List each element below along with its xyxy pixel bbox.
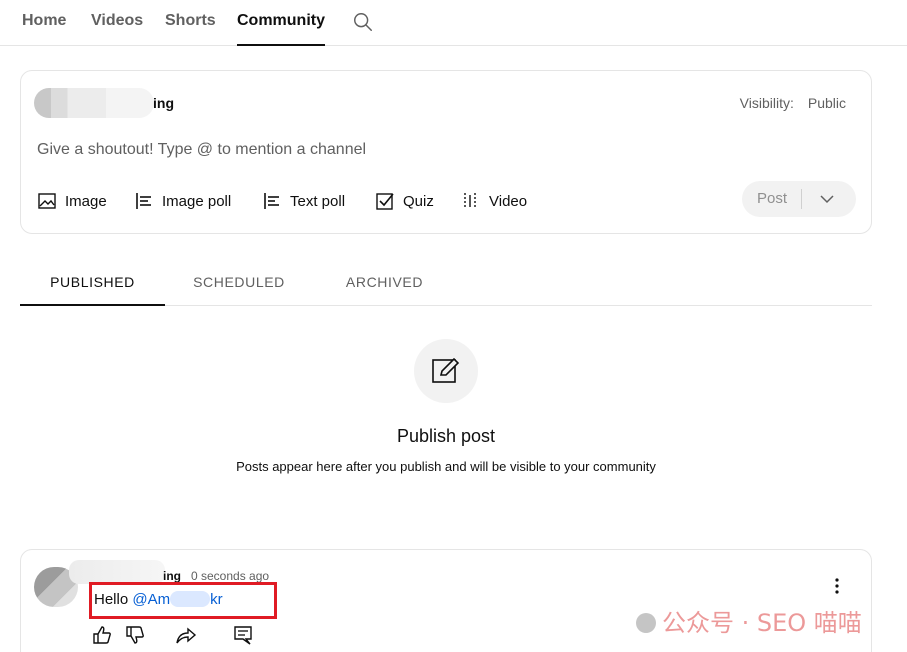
- video-button[interactable]: Video: [461, 189, 527, 213]
- search-icon[interactable]: [352, 11, 374, 33]
- empty-state-badge: [414, 339, 478, 403]
- share-icon[interactable]: [175, 624, 197, 646]
- visibility-label: Visibility:: [739, 95, 794, 111]
- tab-videos[interactable]: Videos: [91, 12, 143, 46]
- watermark: 公众号 · SEO 喵喵: [636, 603, 862, 638]
- channel-nav: Home Videos Shorts Community: [0, 0, 907, 46]
- channel-avatar: [34, 88, 154, 118]
- image-poll-icon: [136, 193, 151, 209]
- visibility-selector[interactable]: Visibility: Public: [740, 95, 846, 111]
- empty-state-title: Publish post: [396, 426, 496, 446]
- tab-home[interactable]: Home: [22, 12, 66, 46]
- post-timestamp: 0 seconds ago: [191, 569, 270, 583]
- channel-name: ing: [153, 95, 174, 111]
- quiz-button[interactable]: Quiz: [375, 189, 434, 213]
- highlight-annotation: [89, 582, 277, 619]
- image-poll-button[interactable]: Image poll: [134, 189, 231, 213]
- post-divider: [801, 189, 802, 209]
- image-button[interactable]: Image: [37, 189, 107, 213]
- more-vert-icon[interactable]: [831, 576, 843, 596]
- post-composer: ing Visibility: Public Give a shoutout! T…: [20, 70, 872, 234]
- watermark-text: 公众号 · SEO 喵喵: [662, 609, 862, 637]
- text-poll-button-label: Text poll: [290, 192, 346, 210]
- image-poll-button-label: Image poll: [162, 192, 232, 210]
- quiz-button-label: Quiz: [403, 192, 434, 210]
- video-icon: [464, 193, 476, 209]
- image-button-label: Image: [65, 192, 107, 210]
- wechat-icon: [636, 613, 656, 633]
- post-channel-name[interactable]: ing: [163, 569, 181, 583]
- text-poll-icon: [264, 193, 279, 209]
- tab-archived[interactable]: ARCHIVED: [313, 274, 456, 306]
- like-icon[interactable]: [91, 624, 113, 646]
- tab-shorts[interactable]: Shorts: [165, 12, 216, 46]
- image-icon: [38, 193, 56, 209]
- edit-icon: [432, 357, 460, 383]
- text-poll-button[interactable]: Text poll: [262, 189, 345, 213]
- tab-community[interactable]: Community: [237, 12, 325, 46]
- post-button[interactable]: Post: [742, 181, 802, 217]
- post-text-input[interactable]: Give a shoutout! Type @ to mention a cha…: [37, 141, 366, 159]
- post-button-group: Post: [742, 181, 856, 217]
- comment-icon[interactable]: [232, 624, 254, 646]
- video-button-label: Video: [489, 192, 528, 210]
- chevron-down-icon[interactable]: [812, 189, 842, 209]
- empty-state-description: Posts appear here after you publish and …: [236, 459, 656, 474]
- quiz-icon: [376, 193, 394, 210]
- visibility-value[interactable]: Public: [808, 95, 846, 111]
- posts-subtabs: PUBLISHED SCHEDULED ARCHIVED: [20, 262, 872, 306]
- tab-published[interactable]: PUBLISHED: [20, 274, 165, 306]
- channel-name-blur: [69, 560, 165, 584]
- dislike-icon[interactable]: [124, 624, 146, 646]
- tab-scheduled[interactable]: SCHEDULED: [165, 274, 313, 306]
